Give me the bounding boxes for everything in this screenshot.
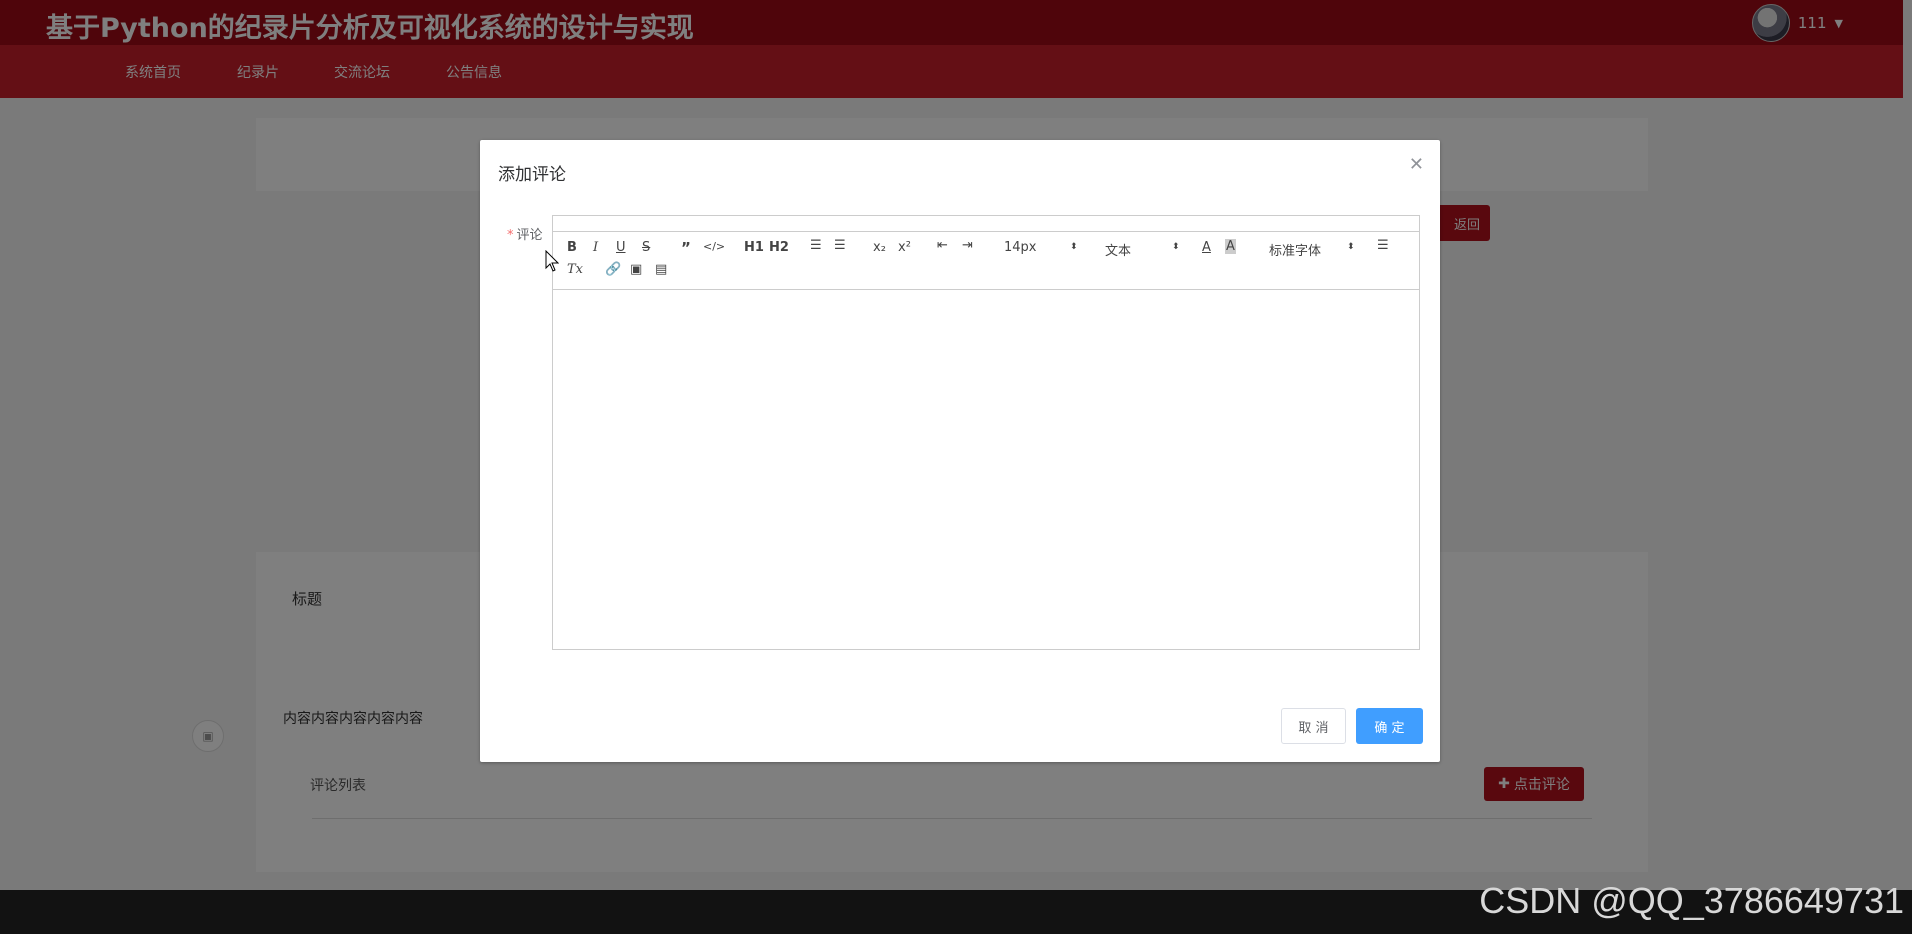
confirm-button[interactable]: 确 定 [1356, 708, 1423, 744]
font-family-picker[interactable]: 标准字体 [1269, 240, 1321, 259]
close-icon[interactable]: ✕ [1409, 154, 1424, 175]
subscript-icon[interactable]: x₂ [873, 240, 886, 255]
dialog-title: 添加评论 [498, 165, 566, 185]
editor-content-area[interactable] [553, 290, 1419, 649]
strikethrough-icon[interactable]: S [642, 240, 650, 255]
align-icon[interactable]: ☰ [1377, 238, 1389, 253]
background-color-icon[interactable]: A [1225, 239, 1236, 254]
mouse-cursor-icon [545, 250, 559, 272]
header-1-icon[interactable]: H1 [744, 240, 764, 255]
font-size-arrow-icon[interactable]: ⬍ [1070, 242, 1078, 252]
text-color-icon[interactable]: A [1202, 240, 1211, 255]
bold-icon[interactable]: B [567, 240, 577, 255]
superscript-icon[interactable]: x² [898, 240, 911, 255]
header-2-icon[interactable]: H2 [769, 240, 789, 255]
outdent-icon[interactable]: ⇤ [937, 238, 948, 253]
rich-text-editor: B I U S ” </> H1 H2 ☰ ☰ x₂ x² ⇤ ⇥ 14px ⬍… [552, 215, 1420, 650]
link-icon[interactable]: 🔗 [605, 262, 621, 277]
watermark: CSDN @QQ_3786649731 [1479, 880, 1904, 921]
video-icon[interactable]: ▤ [655, 262, 667, 277]
bullet-list-icon[interactable]: ☰ [834, 238, 846, 253]
header-picker-arrow-icon[interactable]: ⬍ [1172, 242, 1180, 252]
ordered-list-icon[interactable]: ☰ [810, 238, 822, 253]
indent-icon[interactable]: ⇥ [962, 238, 973, 253]
italic-icon[interactable]: I [593, 240, 598, 255]
add-comment-dialog: 添加评论 ✕ * 评论 B I U S ” </> H1 H2 ☰ ☰ x₂ x²… [480, 140, 1440, 762]
editor-toolbar: B I U S ” </> H1 H2 ☰ ☰ x₂ x² ⇤ ⇥ 14px ⬍… [553, 232, 1419, 290]
code-block-icon[interactable]: </> [703, 240, 725, 253]
image-icon[interactable]: ▣ [630, 262, 642, 277]
clear-format-icon[interactable]: Tx [567, 262, 583, 277]
blockquote-icon[interactable]: ” [681, 239, 691, 257]
comment-label-text: 评论 [516, 228, 543, 243]
underline-icon[interactable]: U [616, 240, 626, 255]
header-picker[interactable]: 文本 [1105, 240, 1131, 259]
comment-field-label: * 评论 [507, 224, 543, 243]
required-mark: * [507, 228, 514, 243]
font-size-picker[interactable]: 14px [1004, 240, 1037, 255]
font-family-arrow-icon[interactable]: ⬍ [1347, 242, 1355, 252]
cancel-button[interactable]: 取 消 [1281, 708, 1346, 744]
